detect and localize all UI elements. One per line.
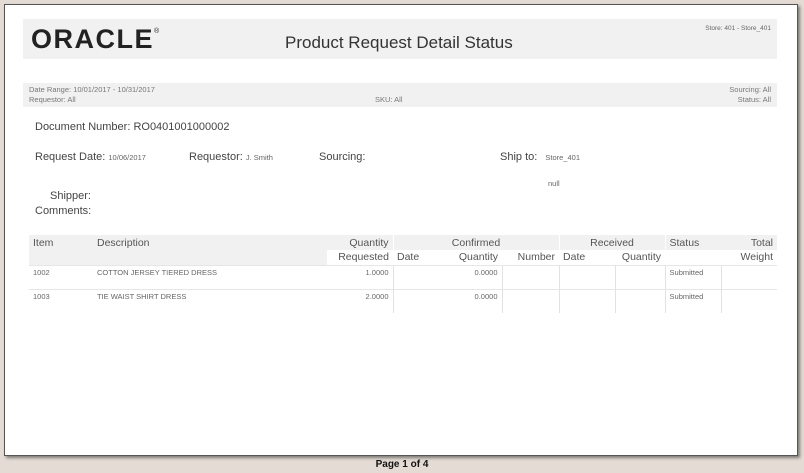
cell-status: Submitted [664, 288, 722, 313]
cell-item: 1002 [29, 264, 93, 289]
cell-received-quantity [614, 288, 666, 313]
col-description: Description [93, 235, 327, 250]
header-row-1: Item Description Quantity Confirmed Rece… [29, 235, 778, 250]
filter-date-range: Date Range: 10/01/2017 - 10/31/2017 [29, 85, 155, 94]
cell-received-date [558, 288, 616, 313]
filter-requestor: Requestor: All [29, 95, 76, 104]
cell-requested: 1.0000 [327, 264, 393, 289]
store-label: Store: 401 - Store_401 [705, 25, 771, 32]
col-confirmed: Confirmed [392, 235, 560, 250]
cell-weight [720, 288, 778, 313]
document-number-label: Document Number: [35, 121, 131, 133]
table-row: 1002 COTTON JERSEY TIERED DRESS 1.0000 0… [29, 264, 778, 289]
cell-number [501, 264, 560, 289]
cell-weight [720, 264, 778, 289]
cell-description: COTTON JERSEY TIERED DRESS [93, 264, 327, 289]
page-indicator: Page 1 of 4 [375, 459, 429, 470]
logo-text: ORACLE [31, 24, 154, 54]
header-row-2: Requested Date Quantity Number Date Quan… [29, 250, 778, 265]
col-confirmed-quantity: Quantity [450, 250, 502, 265]
col-description-blank [93, 250, 327, 265]
request-date-label: Request Date: [35, 151, 106, 163]
col-total: Total [721, 235, 778, 250]
cell-description: TIE WAIST SHIRT DRESS [93, 288, 327, 313]
cell-item: 1003 [29, 288, 93, 313]
cell-received-quantity [614, 264, 666, 289]
ship-to-label: Ship to: [500, 151, 538, 163]
col-received-quantity: Quantity [615, 250, 666, 265]
col-number: Number [502, 250, 560, 265]
cell-confirmed-quantity: 0.0000 [450, 264, 502, 289]
requestor-value: J. Smith [245, 153, 273, 162]
col-status: Status [664, 235, 722, 250]
registered-mark-icon: ® [154, 28, 161, 35]
cell-requested: 2.0000 [327, 288, 393, 313]
oracle-logo: ORACLE® [31, 24, 161, 55]
items-table: Item Description Quantity Confirmed Rece… [29, 235, 778, 313]
cell-number [501, 288, 560, 313]
table-row: 1003 TIE WAIST SHIRT DRESS 2.0000 0.0000… [29, 288, 778, 313]
filter-summary: Date Range: 10/01/2017 - 10/31/2017 Requ… [23, 83, 777, 107]
ship-to-address: null [548, 179, 560, 188]
report-page: ORACLE® Product Request Detail Status St… [4, 4, 798, 456]
shipper-label: Shipper: [50, 190, 91, 202]
col-status-blank [665, 250, 722, 265]
col-weight: Weight [721, 250, 778, 265]
col-item: Item [29, 235, 93, 250]
request-date: Request Date: 10/06/2017 [35, 151, 146, 163]
ship-to: Ship to: Store_401 [500, 151, 580, 163]
cell-confirmed-date [392, 288, 450, 313]
col-requested: Requested [327, 250, 393, 265]
report-title: Product Request Detail Status [285, 33, 513, 52]
cell-status: Submitted [664, 264, 722, 289]
cell-received-date [558, 264, 616, 289]
filter-status: Status: All [737, 95, 771, 104]
col-received-date: Date [559, 250, 616, 265]
col-confirmed-date: Date [393, 250, 450, 265]
filter-sku: SKU: All [375, 95, 403, 104]
cell-confirmed-date [392, 264, 450, 289]
requestor: Requestor: J. Smith [189, 151, 273, 163]
col-quantity: Quantity [327, 235, 393, 250]
ship-to-value: Store_401 [545, 153, 580, 162]
col-item-blank [29, 250, 93, 265]
requestor-label: Requestor: [189, 151, 243, 163]
document-number: Document Number: RO0401001000002 [35, 121, 229, 133]
document-number-value: RO0401001000002 [133, 121, 230, 133]
comments-label: Comments: [35, 205, 92, 217]
filter-sourcing: Sourcing: All [729, 85, 771, 94]
col-received: Received [558, 235, 666, 250]
report-header: ORACLE® Product Request Detail Status St… [23, 19, 777, 59]
request-date-value: 10/06/2017 [108, 153, 146, 162]
cell-confirmed-quantity: 0.0000 [450, 288, 502, 313]
sourcing-label: Sourcing: [319, 151, 366, 163]
